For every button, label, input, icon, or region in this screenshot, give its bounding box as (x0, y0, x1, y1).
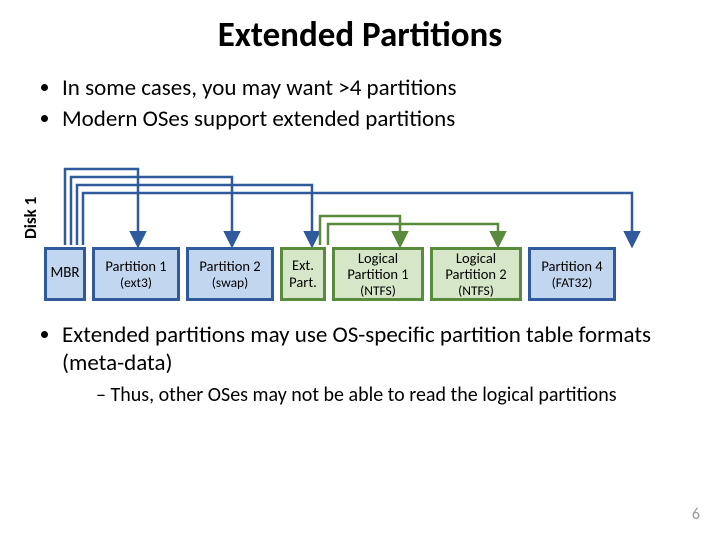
partition-diagram: Disk 1 MBR Partition 1 (ext3) Partition … (0, 139, 720, 307)
box-label: MBR (50, 265, 79, 282)
bullet-item: Extended partitions may use OS-specific … (62, 321, 680, 407)
extended-partition-box: Ext. Part. (280, 247, 326, 301)
partition-4-box: Partition 4 (FAT32) (528, 247, 616, 301)
bottom-bullet-list: Extended partitions may use OS-specific … (0, 307, 720, 407)
bullet-item: Modern OSes support extended partitions (62, 105, 720, 133)
box-label: Part. (289, 274, 317, 291)
partition-1-box: Partition 1 (ext3) (92, 247, 180, 301)
top-bullet-list: In some cases, you may want >4 partition… (0, 56, 720, 133)
box-label: Logical (456, 250, 496, 267)
sub-bullet-list: Thus, other OSes may not be able to read… (62, 377, 680, 407)
page-number: 6 (692, 505, 700, 524)
box-label: Logical (358, 250, 398, 267)
slide-title: Extended Partitions (0, 0, 720, 56)
box-label: Partition 2 (199, 258, 260, 275)
box-label: Partition 1 (105, 258, 166, 275)
box-sublabel: (NTFS) (458, 283, 494, 299)
box-label: Partition 1 (347, 266, 408, 283)
box-label: Partition 2 (445, 266, 506, 283)
box-sublabel: (FAT32) (552, 275, 593, 291)
logical-partition-2-box: Logical Partition 2 (NTFS) (430, 247, 522, 301)
bullet-item: In some cases, you may want >4 partition… (62, 74, 720, 102)
mbr-box: MBR (44, 247, 86, 301)
sub-bullet-item: Thus, other OSes may not be able to read… (96, 383, 680, 407)
box-sublabel: (NTFS) (360, 283, 396, 299)
logical-partition-1-box: Logical Partition 1 (NTFS) (332, 247, 424, 301)
partition-2-box: Partition 2 (swap) (186, 247, 274, 301)
bullet-text: Extended partitions may use OS-specific … (62, 321, 651, 377)
box-sublabel: (swap) (212, 275, 248, 291)
box-label: Ext. (292, 257, 314, 274)
disk-row: MBR Partition 1 (ext3) Partition 2 (swap… (44, 247, 616, 301)
disk-label: Disk 1 (20, 197, 41, 239)
box-sublabel: (ext3) (120, 275, 152, 291)
box-label: Partition 4 (541, 258, 602, 275)
